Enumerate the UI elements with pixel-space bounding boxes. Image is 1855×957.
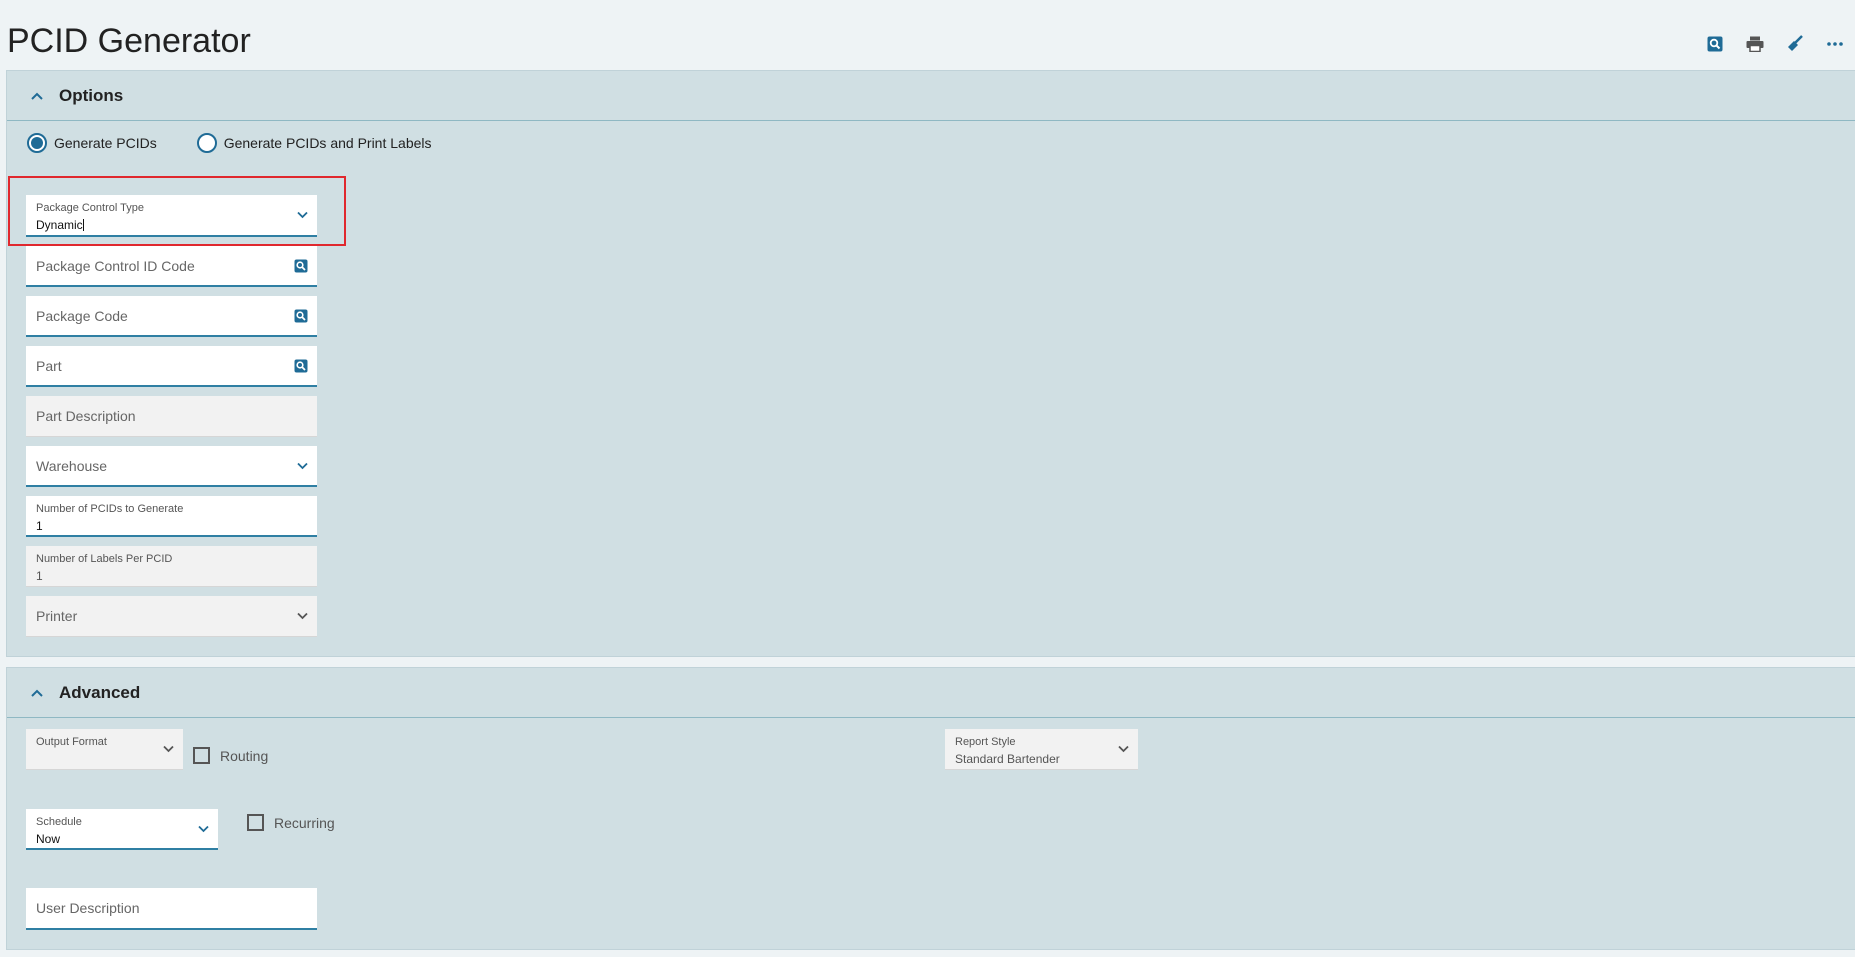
number-of-pcids-field[interactable]: Number of PCIDs to Generate 1 — [26, 496, 317, 537]
part-field[interactable]: Part — [26, 346, 317, 387]
search-icon — [1707, 36, 1723, 52]
routing-checkbox[interactable]: Routing — [193, 747, 268, 764]
lookup-icon[interactable] — [294, 309, 308, 323]
field-label: Number of Labels Per PCID — [36, 553, 173, 565]
field-value: Now — [36, 832, 61, 846]
field-label: Output Format — [36, 736, 107, 748]
lookup-icon[interactable] — [294, 359, 308, 373]
field-placeholder: Part — [36, 357, 62, 374]
chevron-down-icon — [1118, 745, 1129, 753]
schedule-select[interactable]: Schedule Now — [26, 809, 218, 850]
advanced-section-header[interactable]: Advanced — [7, 668, 1855, 718]
print-icon — [1746, 36, 1764, 52]
package-code-field[interactable]: Package Code — [26, 296, 317, 337]
radio-generate-pcids[interactable]: Generate PCIDs — [27, 133, 157, 153]
chevron-down-icon — [297, 211, 308, 219]
radio-label: Generate PCIDs and Print Labels — [223, 135, 432, 151]
field-value: 1 — [36, 519, 43, 533]
options-section-header[interactable]: Options — [7, 71, 1855, 121]
recurring-checkbox[interactable]: Recurring — [247, 814, 335, 831]
radio-checked-icon — [27, 133, 47, 153]
radio-unchecked-icon — [196, 133, 217, 153]
clear-icon — [1786, 35, 1804, 53]
radio-generate-and-print[interactable]: Generate PCIDs and Print Labels — [196, 133, 432, 153]
field-label: Schedule — [36, 816, 82, 828]
generate-mode-radio-group: Generate PCIDs Generate PCIDs and Print … — [27, 133, 472, 153]
lookup-icon[interactable] — [294, 259, 308, 273]
more-icon — [1827, 42, 1843, 46]
user-description-field[interactable]: User Description — [26, 888, 317, 930]
field-label: Package Control Type — [36, 202, 145, 214]
package-control-id-code-field[interactable]: Package Control ID Code — [26, 246, 317, 287]
part-description-field: Part Description — [26, 396, 317, 437]
field-value-wrap: Dynamic — [36, 218, 84, 232]
chevron-up-icon — [27, 92, 47, 100]
print-button[interactable] — [1735, 30, 1775, 58]
field-label: Report Style — [955, 736, 1016, 748]
search-button[interactable] — [1695, 30, 1735, 58]
radio-label: Generate PCIDs — [54, 135, 157, 151]
number-of-labels-field: Number of Labels Per PCID 1 — [26, 546, 317, 587]
printer-select: Printer — [26, 596, 317, 637]
clear-button[interactable] — [1775, 30, 1815, 58]
chevron-down-icon — [297, 462, 308, 469]
output-format-select[interactable]: Output Format — [26, 729, 183, 770]
checkbox-label: Routing — [220, 747, 269, 764]
checkbox-unchecked-icon — [247, 814, 264, 831]
field-placeholder: Package Code — [36, 307, 128, 324]
page-title: PCID Generator — [7, 22, 251, 60]
chevron-down-icon — [163, 745, 174, 753]
checkbox-unchecked-icon — [193, 747, 210, 764]
field-value: 1 — [36, 569, 43, 583]
toolbar — [1695, 30, 1855, 58]
field-placeholder: Package Control ID Code — [36, 257, 195, 274]
warehouse-select[interactable]: Warehouse — [26, 446, 317, 487]
field-placeholder: Warehouse — [36, 457, 108, 474]
field-value: Standard Bartender — [955, 752, 1060, 766]
field-placeholder: Printer — [36, 608, 78, 624]
text-caret — [82, 219, 84, 231]
package-control-type-select[interactable]: Package Control Type Dynamic — [26, 195, 317, 237]
chevron-up-icon — [27, 689, 47, 697]
options-section-title: Options — [59, 85, 124, 105]
advanced-section-title: Advanced — [59, 682, 141, 702]
report-style-select[interactable]: Report Style Standard Bartender — [945, 729, 1138, 770]
chevron-down-icon — [198, 825, 209, 832]
field-value: Dynamic — [36, 218, 83, 232]
field-placeholder: Part Description — [36, 408, 136, 424]
chevron-down-icon — [297, 612, 308, 620]
field-label: Number of PCIDs to Generate — [36, 503, 184, 515]
more-button[interactable] — [1815, 30, 1855, 58]
field-placeholder: User Description — [36, 900, 140, 916]
checkbox-label: Recurring — [274, 814, 335, 831]
